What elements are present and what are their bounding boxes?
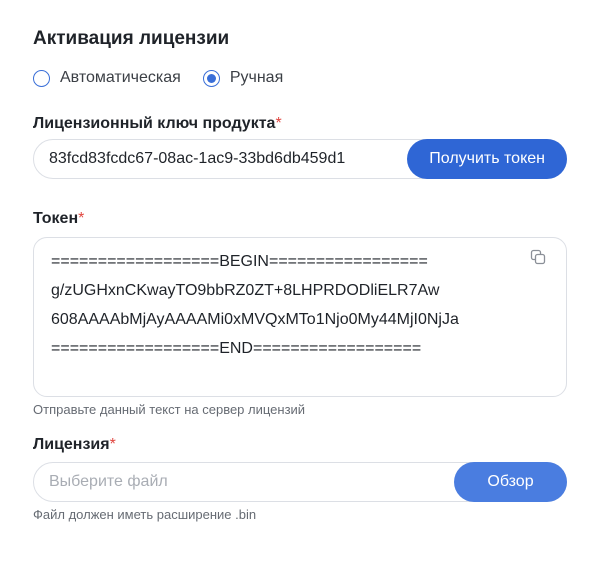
radio-selected-dot (206, 73, 216, 83)
license-label: Лицензия* (33, 436, 116, 454)
section-title: Активация лицензии (33, 28, 230, 49)
license-file-input[interactable]: Выберите файл Обзор (33, 462, 567, 502)
radio-circle-automatic[interactable] (33, 69, 50, 87)
radio-label-automatic[interactable]: Автоматическая (60, 69, 181, 87)
product-key-label-text: Лицензионный ключ продукта (33, 115, 276, 132)
token-line: ==================BEGIN================= (51, 253, 428, 270)
license-label-text: Лицензия (33, 436, 110, 453)
required-mark: * (78, 210, 85, 227)
copy-icon[interactable] (530, 249, 546, 265)
radio-automatic[interactable]: Автоматическая (33, 69, 181, 87)
radio-manual[interactable]: Ручная (202, 69, 283, 87)
token-line: ==================END================== (51, 340, 422, 357)
token-line: g/zUGHxnCKwayTO9bbRZ0ZT+8LHPRDODliELR7Aw (51, 282, 440, 299)
token-label-text: Токен (33, 210, 79, 227)
product-key-label: Лицензионный ключ продукта* (33, 115, 282, 133)
browse-button[interactable]: Обзор (454, 462, 567, 502)
product-key-field[interactable]: 83fcd83fcdc67-08ac-1ac9-33bd6db459d1 Пол… (33, 139, 567, 179)
token-content[interactable]: ==================BEGIN=================… (51, 247, 459, 363)
license-file-placeholder[interactable]: Выберите файл (49, 473, 168, 491)
token-line: 608AAAAbMjAyAAAAMi0xMVQxMTo1Njo0My44MjI0… (51, 311, 459, 328)
token-textarea[interactable]: ==================BEGIN=================… (33, 237, 567, 397)
license-hint: Файл должен иметь расширение .bin (33, 507, 257, 522)
radio-circle-manual[interactable] (202, 69, 220, 87)
token-hint: Отправьте данный текст на сервер лицензи… (33, 402, 306, 417)
token-label: Токен* (33, 210, 84, 228)
required-mark: * (109, 436, 116, 453)
product-key-value[interactable]: 83fcd83fcdc67-08ac-1ac9-33bd6db459d1 (49, 150, 345, 168)
get-token-button[interactable]: Получить токен (407, 139, 567, 179)
activation-mode-group: Автоматическая Ручная (33, 69, 305, 87)
radio-label-manual[interactable]: Ручная (230, 69, 283, 87)
required-mark: * (275, 115, 282, 132)
